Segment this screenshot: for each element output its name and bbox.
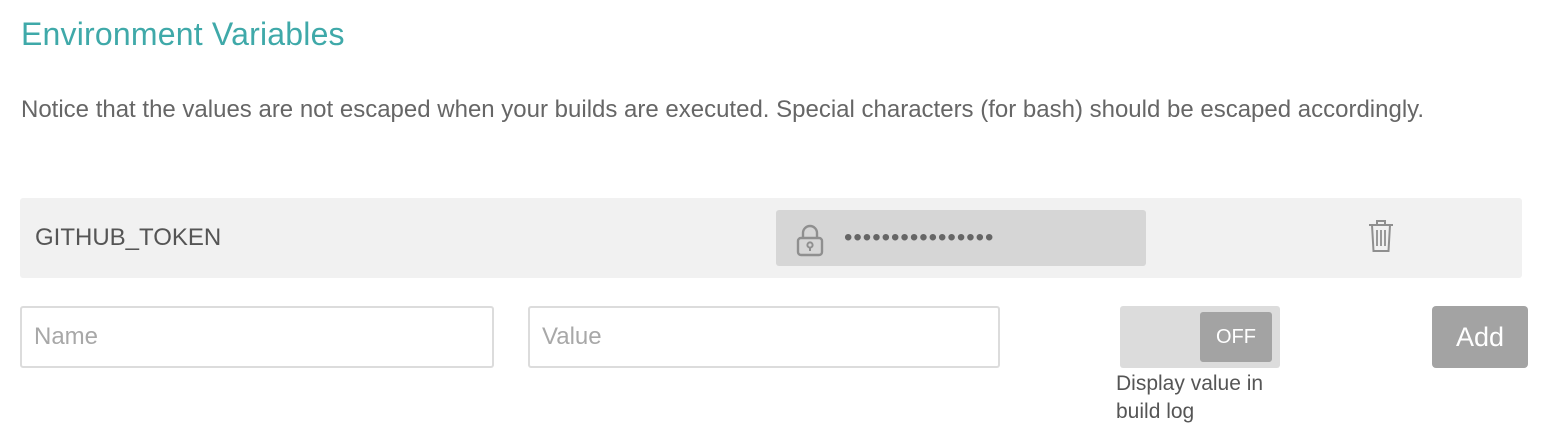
escape-notice: Notice that the values are not escaped w…	[21, 96, 1425, 123]
trash-icon[interactable]	[1366, 218, 1396, 254]
value-input[interactable]	[528, 306, 1000, 368]
display-value-toggle[interactable]: OFF	[1120, 306, 1280, 368]
lock-icon	[796, 224, 824, 257]
env-var-row: GITHUB_TOKEN ••••••••••••••••	[20, 198, 1522, 278]
env-var-name: GITHUB_TOKEN	[35, 224, 222, 251]
section-title: Environment Variables	[21, 16, 345, 52]
masked-value-dots: ••••••••••••••••	[844, 224, 995, 251]
name-input[interactable]	[20, 306, 494, 368]
display-value-label: Display value in build log	[1116, 372, 1264, 423]
toggle-state: OFF	[1200, 312, 1272, 362]
add-button[interactable]: Add	[1432, 306, 1528, 368]
env-var-masked-value: ••••••••••••••••	[776, 210, 1146, 266]
